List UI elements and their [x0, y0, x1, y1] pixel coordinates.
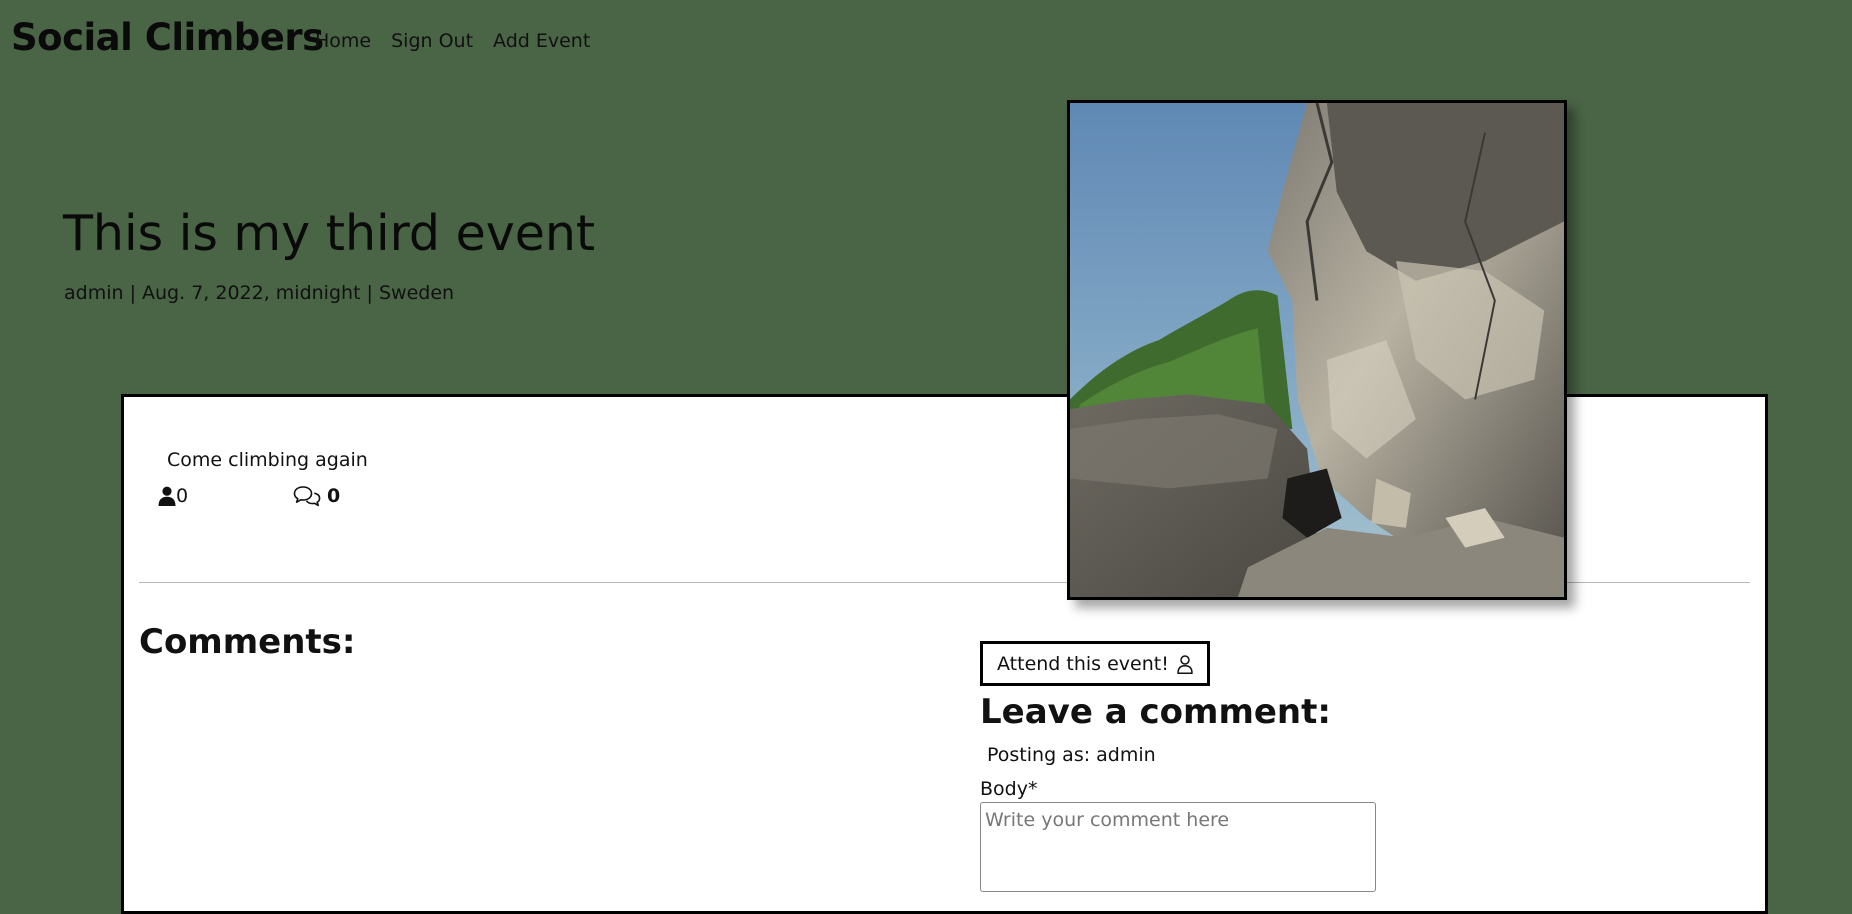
comment-stat: 0 [293, 485, 340, 507]
attend-button[interactable]: Attend this event! [980, 641, 1210, 686]
climbing-photo [1070, 103, 1564, 597]
person-outline-icon [1177, 654, 1193, 674]
leave-comment-heading: Leave a comment: [980, 692, 1331, 732]
brand-logo[interactable]: Social Climbers [11, 16, 324, 59]
nav-links: Home Sign Out Add Event [315, 30, 590, 52]
chat-bubbles-icon [293, 486, 321, 507]
comment-count: 0 [327, 485, 341, 507]
posting-as-text: Posting as: admin [987, 744, 1156, 766]
body-label: Body* [980, 778, 1038, 800]
nav-link-home[interactable]: Home [315, 30, 371, 52]
event-description: Come climbing again [167, 449, 368, 471]
event-image [1067, 100, 1567, 600]
event-title: This is my third event [63, 205, 596, 262]
comment-form-section: Attend this event! Leave a comment: Post… [980, 641, 1580, 892]
attendee-stat: 0 [158, 485, 188, 507]
navbar: Social Climbers Home Sign Out Add Event [0, 0, 1852, 84]
event-meta: admin | Aug. 7, 2022, midnight | Sweden [64, 282, 455, 304]
person-icon [158, 486, 176, 506]
comments-heading: Comments: [139, 622, 356, 662]
nav-link-add-event[interactable]: Add Event [493, 30, 590, 52]
attendee-count: 0 [176, 485, 189, 507]
event-stats: 0 0 [158, 485, 458, 513]
nav-link-sign-out[interactable]: Sign Out [391, 30, 473, 52]
attend-button-label: Attend this event! [997, 653, 1169, 675]
comment-body-input[interactable] [980, 802, 1376, 892]
